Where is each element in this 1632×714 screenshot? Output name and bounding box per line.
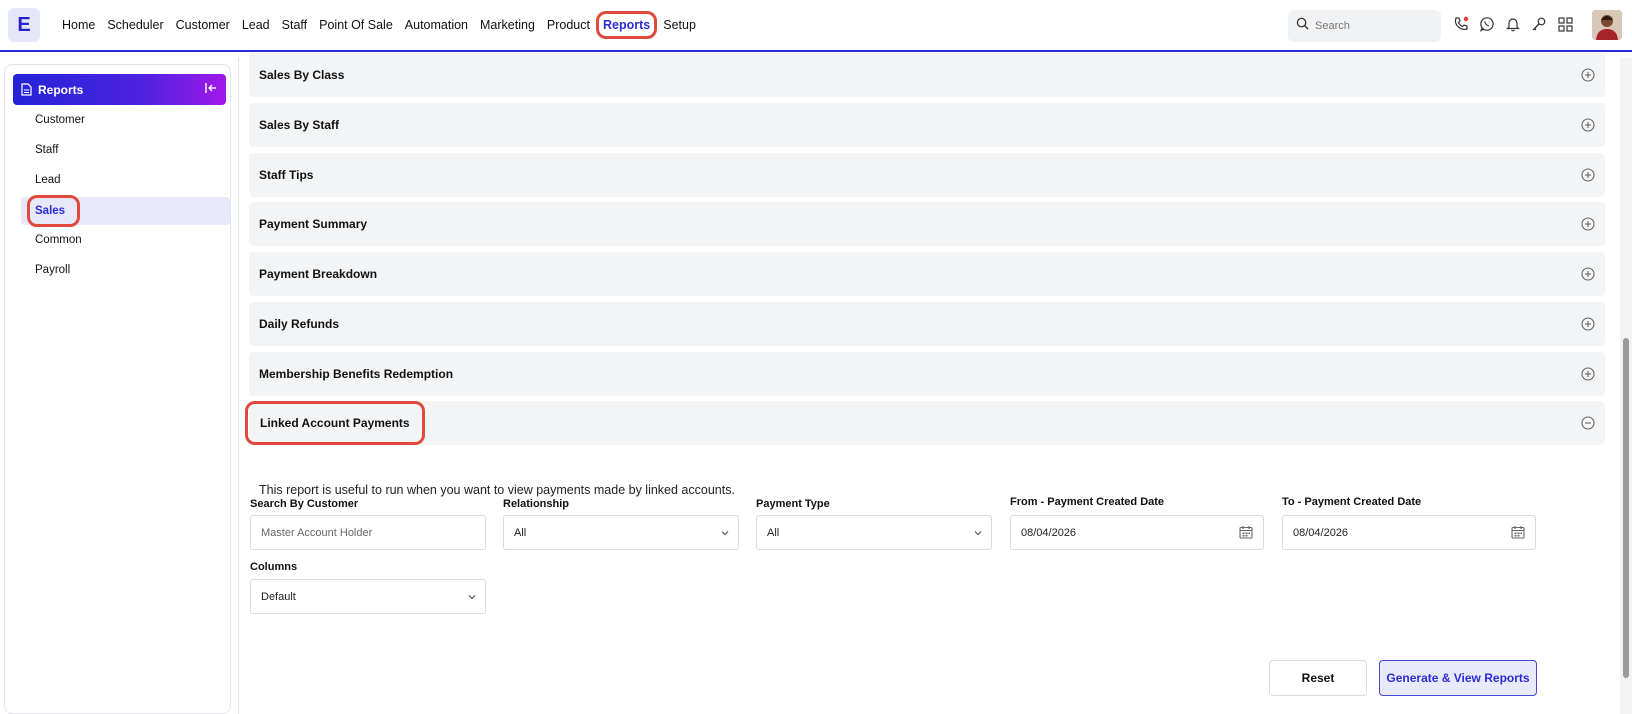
expand-plus-icon[interactable] (1581, 267, 1595, 281)
report-accordion-sales-by-staff[interactable]: Sales By Staff (249, 103, 1605, 147)
accordion-title: Payment Summary (259, 217, 368, 231)
customer-search-field[interactable] (250, 515, 486, 550)
app-logo[interactable]: E (8, 8, 40, 42)
bell-icon[interactable] (1504, 14, 1522, 34)
calendar-icon[interactable] (1239, 525, 1253, 542)
nav-item-staff[interactable]: Staff (276, 11, 313, 39)
to-date-value: 08/04/2026 (1293, 526, 1349, 539)
sidebar-item-common[interactable]: Common (21, 226, 230, 254)
report-description: This report is useful to run when you wa… (259, 483, 735, 497)
generate-view-reports-button[interactable]: Generate & View Reports (1379, 660, 1537, 696)
chevron-down-icon (467, 592, 477, 605)
report-accordion-staff-tips[interactable]: Staff Tips (249, 153, 1605, 197)
sidebar-title: Reports (38, 82, 84, 97)
report-accordion-daily-refunds[interactable]: Daily Refunds (249, 302, 1605, 346)
key-icon[interactable] (1530, 14, 1548, 34)
user-avatar[interactable] (1592, 10, 1622, 40)
expand-plus-icon[interactable] (1581, 367, 1595, 381)
expand-plus-icon[interactable] (1581, 317, 1595, 331)
sidebar-item-staff[interactable]: Staff (21, 136, 230, 164)
to-date-label: To - Payment Created Date (1282, 496, 1422, 508)
columns-select[interactable]: Default (250, 579, 486, 614)
apps-grid-icon[interactable] (1556, 14, 1574, 34)
highlight-annotation (27, 195, 80, 227)
main-nav: Home Scheduler Customer Lead Staff Point… (56, 0, 702, 50)
report-accordion-payment-summary[interactable]: Payment Summary (249, 202, 1605, 246)
payment-type-value: All (767, 526, 780, 539)
report-accordion-sales-by-class[interactable]: Sales By Class (249, 53, 1605, 97)
search-icon (1296, 17, 1309, 35)
from-date-field[interactable]: 08/04/2026 (1010, 515, 1264, 550)
accordion-title: Staff Tips (259, 168, 314, 182)
nav-item-marketing[interactable]: Marketing (474, 11, 541, 39)
sidebar-header: Reports (13, 74, 226, 105)
relationship-label: Relationship (503, 498, 570, 510)
search-input[interactable] (1315, 20, 1435, 32)
nav-item-point-of-sale[interactable]: Point Of Sale (313, 11, 399, 39)
calendar-icon[interactable] (1511, 525, 1525, 542)
top-navigation-bar: E Home Scheduler Customer Lead Staff Poi… (0, 0, 1632, 52)
nav-item-automation[interactable]: Automation (399, 11, 474, 39)
scrollbar-thumb[interactable] (1623, 338, 1629, 678)
accordion-title: Membership Benefits Redemption (259, 367, 454, 381)
reset-button[interactable]: Reset (1269, 660, 1367, 696)
page-scrollbar[interactable] (1620, 58, 1632, 714)
relationship-select[interactable]: All (503, 515, 739, 550)
columns-value: Default (261, 590, 296, 603)
expand-plus-icon[interactable] (1581, 118, 1595, 132)
report-accordion-linked-account-payments[interactable]: Linked Account Payments (245, 401, 1605, 445)
report-accordion-membership-benefits-redemption[interactable]: Membership Benefits Redemption (249, 352, 1605, 396)
nav-item-home[interactable]: Home (56, 11, 101, 39)
expand-plus-icon[interactable] (1581, 217, 1595, 231)
nav-item-setup[interactable]: Setup (657, 11, 702, 39)
whatsapp-icon[interactable] (1478, 14, 1496, 34)
sidebar-item-payroll[interactable]: Payroll (21, 256, 230, 284)
nav-item-lead[interactable]: Lead (236, 11, 276, 39)
from-date-value: 08/04/2026 (1021, 526, 1077, 539)
collapse-minus-icon[interactable] (1581, 416, 1595, 430)
expand-plus-icon[interactable] (1581, 168, 1595, 182)
chevron-down-icon (973, 528, 983, 541)
accordion-title: Linked Account Payments (245, 401, 425, 445)
to-date-field[interactable]: 08/04/2026 (1282, 515, 1536, 550)
accordion-title: Payment Breakdown (259, 267, 378, 281)
reports-main-panel: Sales By Class Sales By Staff Staff Tips… (238, 53, 1624, 714)
expand-plus-icon[interactable] (1581, 68, 1595, 82)
phone-icon[interactable] (1452, 14, 1470, 34)
nav-item-customer[interactable]: Customer (170, 11, 236, 39)
reports-sidebar: Reports Customer Staff Lead Sales Common… (4, 64, 231, 714)
chevron-down-icon (720, 528, 730, 541)
top-icon-group (1452, 14, 1574, 34)
report-accordion-payment-breakdown[interactable]: Payment Breakdown (249, 252, 1605, 296)
sidebar-item-customer[interactable]: Customer (21, 106, 230, 134)
nav-item-reports[interactable]: Reports (596, 11, 658, 39)
customer-label: Search By Customer (250, 498, 359, 510)
accordion-title: Sales By Class (259, 68, 345, 82)
report-document-icon (21, 83, 32, 96)
sidebar-item-lead[interactable]: Lead (21, 166, 230, 194)
from-date-label: From - Payment Created Date (1010, 496, 1165, 508)
payment-type-label: Payment Type (756, 498, 830, 510)
nav-item-product[interactable]: Product (541, 11, 596, 39)
sidebar-item-sales[interactable]: Sales (21, 195, 230, 227)
columns-label: Columns (250, 561, 298, 573)
accordion-title: Sales By Staff (259, 118, 340, 132)
global-search[interactable] (1288, 10, 1441, 42)
nav-item-scheduler[interactable]: Scheduler (101, 11, 169, 39)
accordion-title: Daily Refunds (259, 317, 340, 331)
relationship-value: All (514, 526, 527, 539)
collapse-sidebar-icon[interactable] (204, 81, 218, 98)
customer-search-input[interactable] (261, 526, 485, 539)
payment-type-select[interactable]: All (756, 515, 992, 550)
